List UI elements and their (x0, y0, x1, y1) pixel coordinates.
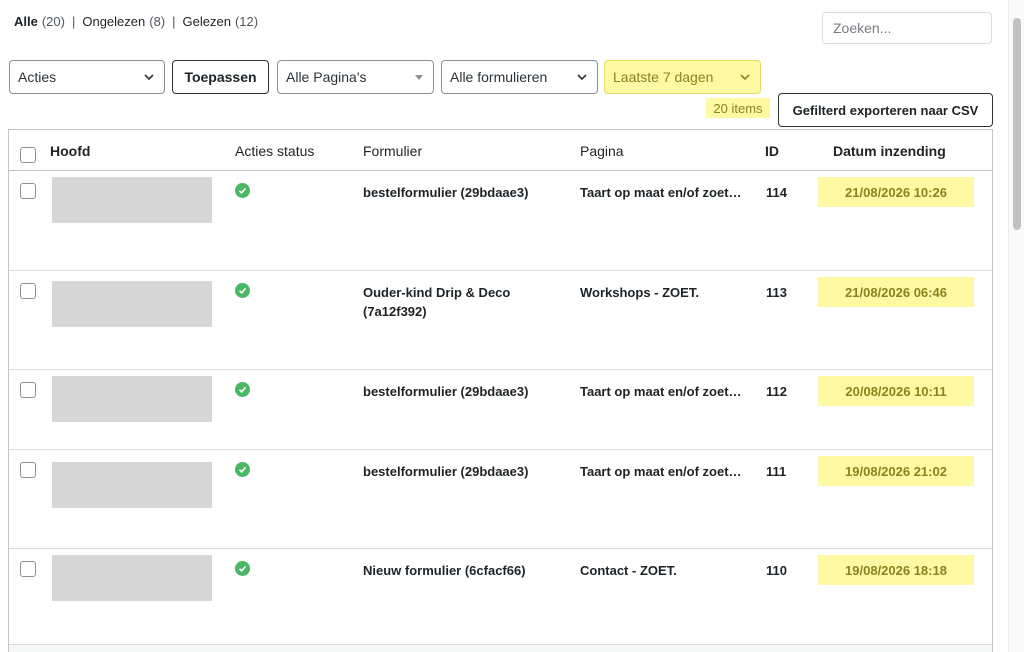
forms-filter-select[interactable]: Alle formulieren (441, 60, 598, 94)
row-id: 113 (766, 285, 787, 300)
column-header-actions-status: Acties status (235, 143, 315, 159)
chevron-down-icon (577, 74, 587, 81)
row-id: 114 (766, 185, 787, 200)
row-page[interactable]: Taart op maat en/of zoet… (580, 382, 750, 401)
row-checkbox[interactable] (20, 283, 36, 299)
redacted-main-field (52, 555, 212, 601)
table-row[interactable]: bestelformulier (29bdaae3) Taart op maat… (9, 449, 992, 548)
row-form[interactable]: bestelformulier (29bdaae3) (363, 462, 563, 481)
row-id: 112 (766, 384, 787, 399)
column-header-date[interactable]: Datum inzending (833, 143, 946, 159)
pages-filter-value: Alle Pagina's (286, 69, 367, 85)
row-checkbox[interactable] (20, 183, 36, 199)
row-checkbox[interactable] (20, 561, 36, 577)
redacted-main-field (52, 376, 212, 422)
filter-all-count: (20) (41, 14, 65, 29)
pages-filter-select[interactable]: Alle Pagina's (277, 60, 434, 94)
row-page[interactable]: Taart op maat en/of zoet… (580, 462, 750, 481)
row-form[interactable]: Nieuw formulier (6cfacf66) (363, 561, 563, 580)
filter-separator: | (172, 14, 176, 29)
forms-filter-value: Alle formulieren (450, 69, 548, 85)
triangle-down-icon (415, 74, 423, 80)
row-form[interactable]: Ouder-kind Drip & Deco (7a12f392) (363, 283, 563, 321)
row-id: 110 (766, 563, 787, 578)
filter-unread-count: (8) (149, 14, 166, 29)
row-date: 19/08/2026 21:02 (818, 456, 974, 486)
select-all-checkbox[interactable] (20, 147, 36, 163)
row-form[interactable]: bestelformulier (29bdaae3) (363, 183, 563, 202)
date-filter-select[interactable]: Laatste 7 dagen (604, 60, 761, 94)
filter-all-link[interactable]: Alle (14, 14, 38, 29)
date-filter-value: Laatste 7 dagen (613, 69, 714, 85)
table-row[interactable]: bestelformulier (29bdaae3) Taart op maat… (9, 171, 992, 270)
row-form[interactable]: bestelformulier (29bdaae3) (363, 382, 563, 401)
filter-separator: | (71, 14, 76, 29)
column-header-id[interactable]: ID (765, 143, 779, 159)
row-id: 111 (766, 464, 787, 479)
items-count: 20 items (706, 98, 770, 118)
table-row[interactable]: bestelformulier (29bdaae3) Taart op maat… (9, 369, 992, 449)
row-page[interactable]: Workshops - ZOET. (580, 283, 750, 302)
check-circle-icon (235, 561, 250, 576)
bulk-actions-value: Acties (18, 69, 57, 85)
row-date: 21/08/2026 10:26 (818, 177, 974, 207)
check-circle-icon (235, 462, 250, 477)
row-checkbox[interactable] (20, 382, 36, 398)
row-date: 21/08/2026 06:46 (818, 277, 974, 307)
chevron-down-icon (144, 74, 154, 81)
redacted-main-field (52, 462, 212, 508)
check-circle-icon (235, 183, 250, 198)
table-row[interactable]: Ouder-kind Drip & Deco (7a12f392) Worksh… (9, 270, 992, 369)
submissions-table: Hoofd Acties status Formulier Pagina ID … (8, 129, 993, 652)
row-page[interactable]: Contact - ZOET. (580, 561, 750, 580)
apply-button[interactable]: Toepassen (172, 60, 269, 94)
column-header-form: Formulier (363, 143, 423, 159)
page-scrollbar[interactable] (1008, 0, 1024, 652)
row-date: 20/08/2026 10:11 (818, 376, 974, 406)
bulk-actions-select[interactable]: Acties (9, 60, 165, 94)
filter-read-link[interactable]: Gelezen (183, 14, 231, 29)
filter-unread-link[interactable]: Ongelezen (82, 14, 145, 29)
chevron-down-icon (740, 74, 750, 81)
column-header-page: Pagina (580, 143, 624, 159)
export-csv-button[interactable]: Gefilterd exporteren naar CSV (778, 93, 993, 127)
row-checkbox[interactable] (20, 462, 36, 478)
table-footer-edge (9, 644, 992, 652)
row-page[interactable]: Taart op maat en/of zoet… (580, 183, 750, 202)
column-header-main[interactable]: Hoofd (50, 143, 90, 159)
redacted-main-field (52, 281, 212, 327)
redacted-main-field (52, 177, 212, 223)
check-circle-icon (235, 382, 250, 397)
scrollbar-thumb[interactable] (1013, 18, 1021, 230)
filter-read-count: (12) (234, 14, 259, 29)
table-row[interactable]: Nieuw formulier (6cfacf66) Contact - ZOE… (9, 548, 992, 647)
status-filter-links: Alle (20) | Ongelezen (8) | Gelezen (12) (14, 14, 258, 29)
row-date: 19/08/2026 18:18 (818, 555, 974, 585)
check-circle-icon (235, 283, 250, 298)
search-input[interactable] (822, 12, 992, 44)
